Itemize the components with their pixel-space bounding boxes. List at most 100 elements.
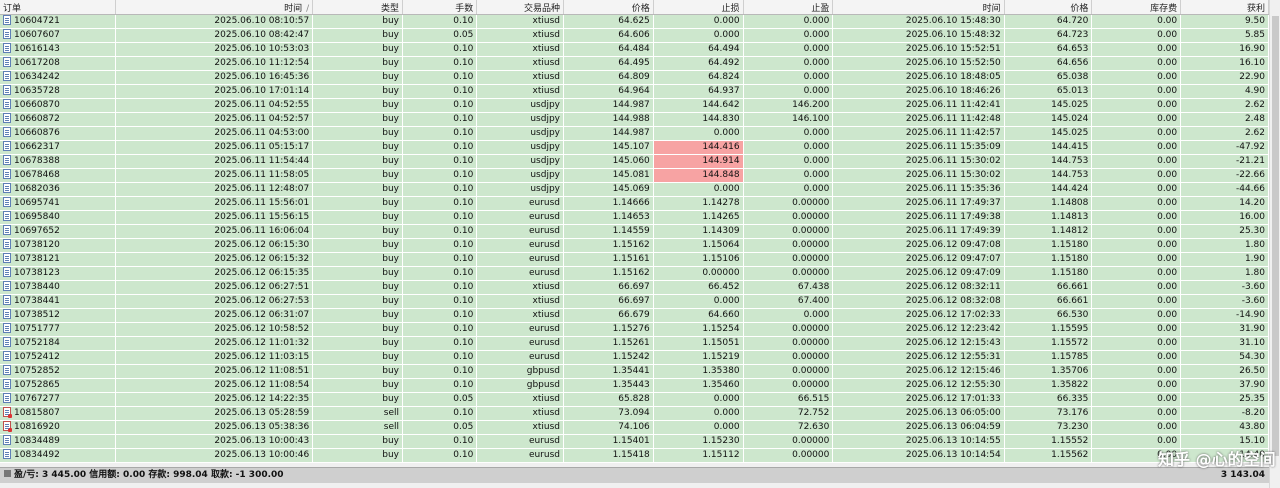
stop-loss-cell: 1.15064	[653, 238, 744, 253]
table-row[interactable]: 10635728 2025.06.10 17:01:14 buy 0.10 xtiusd…	[0, 84, 1269, 99]
stop-loss-cell-text: 1.15254	[702, 324, 740, 334]
type-cell: buy	[312, 224, 403, 239]
table-row[interactable]: 10682036 2025.06.11 12:48:07 buy 0.10 usdjpy…	[0, 182, 1269, 197]
table-row[interactable]: 10634242 2025.06.10 16:45:36 buy 0.10 xtiusd…	[0, 70, 1269, 85]
symbol-cell: eurusd	[476, 350, 564, 365]
table-row[interactable]: 10617208 2025.06.10 11:12:54 buy 0.10 xtiusd…	[0, 56, 1269, 71]
volume-cell: 0.10	[402, 434, 478, 449]
table-row[interactable]: 10738512 2025.06.12 06:31:07 buy 0.10 xtiusd…	[0, 308, 1269, 323]
vertical-scrollbar[interactable]	[1269, 0, 1280, 488]
col-header-symbol[interactable]: 交易品种	[476, 0, 564, 15]
table-row[interactable]: 10738440 2025.06.12 06:27:51 buy 0.10 xtiusd…	[0, 280, 1269, 295]
order-cell-text: 10617208	[14, 58, 60, 68]
col-header-open-price[interactable]: 价格	[563, 0, 654, 15]
volume-cell: 0.10	[402, 126, 478, 141]
take-profit-cell: 0.000	[743, 308, 834, 323]
swap-cell-text: 0.00	[1157, 352, 1178, 362]
profit-cell: 1.80	[1180, 238, 1269, 253]
table-row[interactable]: 10738123 2025.06.12 06:15:35 buy 0.10 eurusd…	[0, 266, 1269, 281]
stop-loss-cell-text: 144.642	[702, 100, 740, 110]
col-header-stop-loss[interactable]: 止损	[653, 0, 744, 15]
take-profit-cell-text: 0.000	[803, 170, 830, 180]
close-time-cell-text: 2025.06.11 11:42:57	[905, 128, 1001, 138]
table-row[interactable]: 10752852 2025.06.12 11:08:51 buy 0.10 gbpusd…	[0, 364, 1269, 379]
table-row[interactable]: 10816920 2025.06.13 05:38:36 sell 0.05 xtius…	[0, 420, 1269, 435]
col-header-profit[interactable]: 获利	[1180, 0, 1269, 15]
table-row[interactable]: 10751777 2025.06.12 10:58:52 buy 0.10 eurusd…	[0, 322, 1269, 337]
symbol-cell-text: xtiusd	[532, 408, 560, 418]
symbol-cell: xtiusd	[476, 42, 564, 57]
close-price-cell-text: 64.720	[1056, 16, 1089, 26]
open-price-cell-text: 1.14559	[612, 226, 650, 236]
table-row[interactable]: 10697652 2025.06.11 16:06:04 buy 0.10 eurusd…	[0, 224, 1269, 239]
col-header-volume[interactable]: 手数	[402, 0, 478, 15]
open-price-cell-text: 1.14653	[612, 212, 650, 222]
table-row[interactable]: 10660876 2025.06.11 04:53:00 buy 0.10 usdjpy…	[0, 126, 1269, 141]
type-cell-text: buy	[382, 100, 399, 110]
table-row[interactable]: 10660870 2025.06.11 04:52:55 buy 0.10 usdjpy…	[0, 98, 1269, 113]
buy-order-icon	[3, 323, 11, 333]
close-time-cell: 2025.06.12 09:47:07	[832, 252, 1005, 267]
swap-cell-text: 0.00	[1157, 58, 1178, 68]
table-row[interactable]: 10752184 2025.06.12 11:01:32 buy 0.10 eurusd…	[0, 336, 1269, 351]
close-time-cell: 2025.06.12 09:47:08	[832, 238, 1005, 253]
take-profit-cell: 72.630	[743, 420, 834, 435]
col-header-open-time[interactable]: 时间 /	[115, 0, 314, 15]
open-time-cell-text: 2025.06.11 04:53:00	[214, 128, 310, 138]
table-row[interactable]: 10695840 2025.06.11 15:56:15 buy 0.10 eurusd…	[0, 210, 1269, 225]
table-row[interactable]: 10738120 2025.06.12 06:15:30 buy 0.10 eurusd…	[0, 238, 1269, 253]
close-price-cell-text: 1.35822	[1051, 380, 1089, 390]
open-time-cell: 2025.06.12 06:27:53	[115, 294, 314, 309]
table-row[interactable]: 10678388 2025.06.11 11:54:44 buy 0.10 usdjpy…	[0, 154, 1269, 169]
table-row[interactable]: 10604721 2025.06.10 08:10:57 buy 0.10 xtiusd…	[0, 14, 1269, 29]
scrollbar-thumb[interactable]	[1272, 16, 1279, 456]
table-row[interactable]: 10616143 2025.06.10 10:53:03 buy 0.10 xtiusd…	[0, 42, 1269, 57]
table-row[interactable]: 10834489 2025.06.13 10:00:43 buy 0.10 eurusd…	[0, 434, 1269, 449]
table-row[interactable]: 10662317 2025.06.11 05:15:17 buy 0.10 usdjpy…	[0, 140, 1269, 155]
table-row[interactable]: 10607607 2025.06.10 08:42:47 buy 0.05 xtiusd…	[0, 28, 1269, 43]
open-price-cell: 73.094	[563, 406, 654, 421]
stop-loss-cell: 144.642	[653, 98, 744, 113]
take-profit-cell-text: 0.00000	[792, 198, 830, 208]
buy-order-icon	[3, 169, 11, 179]
swap-cell-text: 0.00	[1157, 310, 1178, 320]
table-row[interactable]: 10738121 2025.06.12 06:15:32 buy 0.10 eurusd…	[0, 252, 1269, 267]
close-time-cell: 2025.06.11 11:42:48	[832, 112, 1005, 127]
table-row[interactable]: 10815807 2025.06.13 05:28:59 sell 0.10 xtius…	[0, 406, 1269, 421]
take-profit-cell: 0.00000	[743, 196, 834, 211]
table-row[interactable]: 10738441 2025.06.12 06:27:53 buy 0.10 xtiusd…	[0, 294, 1269, 309]
open-time-cell: 2025.06.10 17:01:14	[115, 84, 314, 99]
open-time-cell: 2025.06.11 04:52:55	[115, 98, 314, 113]
stop-loss-cell-text: 64.494	[708, 44, 740, 54]
open-time-cell-text: 2025.06.13 10:00:46	[214, 450, 310, 460]
open-price-cell-text: 144.987	[612, 100, 650, 110]
symbol-cell-text: usdjpy	[530, 100, 560, 110]
table-row[interactable]: 10767277 2025.06.12 14:22:35 buy 0.05 xtiusd…	[0, 392, 1269, 407]
close-price-cell: 145.025	[1004, 98, 1093, 113]
open-price-cell-text: 1.15418	[612, 450, 650, 460]
table-row[interactable]: 10752865 2025.06.12 11:08:54 buy 0.10 gbpusd…	[0, 378, 1269, 393]
close-price-cell-text: 144.424	[1051, 184, 1089, 194]
col-header-take-profit[interactable]: 止盈	[743, 0, 834, 15]
table-row[interactable]: 10752412 2025.06.12 11:03:15 buy 0.10 eurusd…	[0, 350, 1269, 365]
table-row[interactable]: 10695741 2025.06.11 15:56:01 buy 0.10 eurusd…	[0, 196, 1269, 211]
table-row[interactable]: 10834492 2025.06.13 10:00:46 buy 0.10 eurusd…	[0, 448, 1269, 463]
table-row[interactable]: 10678468 2025.06.11 11:58:05 buy 0.10 usdjpy…	[0, 168, 1269, 183]
open-price-cell-text: 145.060	[612, 156, 650, 166]
col-header-close-time[interactable]: 时间	[832, 0, 1005, 15]
col-header-close-price[interactable]: 价格	[1004, 0, 1093, 15]
swap-cell: 0.00	[1091, 364, 1182, 379]
table-row[interactable]: 10660872 2025.06.11 04:52:57 buy 0.10 usdjpy…	[0, 112, 1269, 127]
swap-cell: 0.00	[1091, 84, 1182, 99]
close-time-cell: 2025.06.12 17:01:33	[832, 392, 1005, 407]
type-cell-text: buy	[382, 324, 399, 334]
volume-cell-text: 0.05	[453, 394, 474, 404]
sell-order-icon	[3, 421, 12, 432]
col-header-order[interactable]: 订单	[0, 0, 117, 15]
col-header-swap[interactable]: 库存费	[1091, 0, 1182, 15]
profit-cell-text: 4.90	[1244, 86, 1265, 96]
open-price-cell: 64.484	[563, 42, 654, 57]
close-price-cell-text: 144.415	[1051, 142, 1089, 152]
col-header-type[interactable]: 类型	[312, 0, 403, 15]
stop-loss-cell-text: 0.000	[713, 16, 740, 26]
